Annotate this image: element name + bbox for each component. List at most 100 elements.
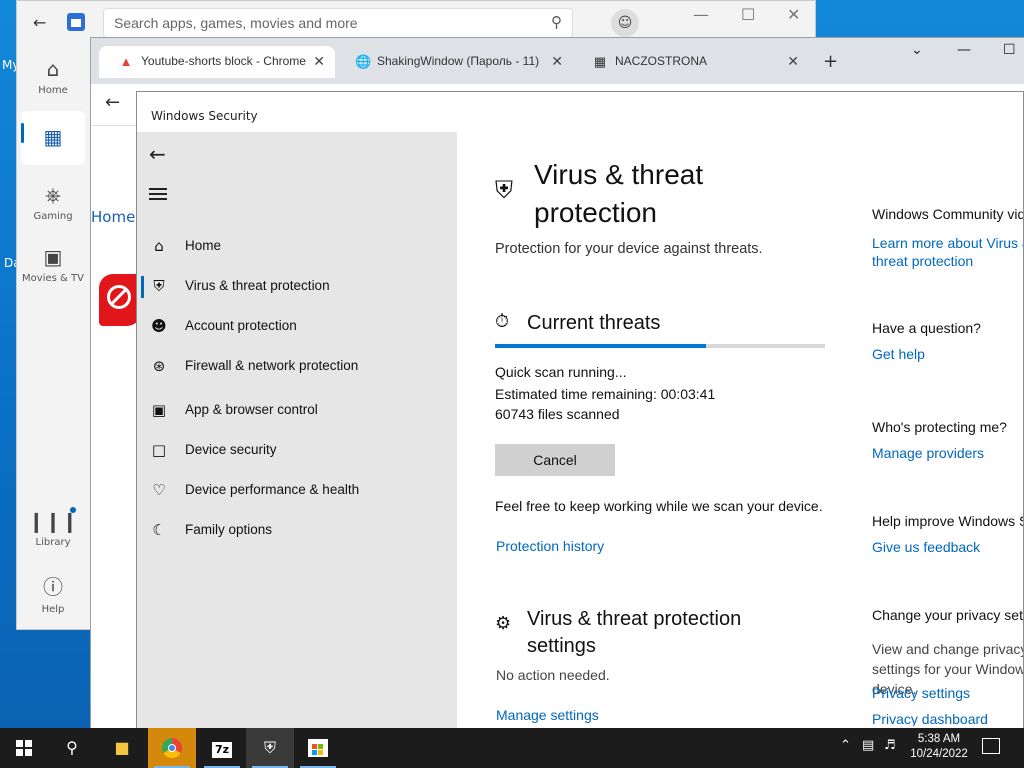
privacy-settings-link[interactable]: Privacy settings xyxy=(872,685,970,701)
back-arrow-icon[interactable]: ← xyxy=(105,92,120,113)
scan-time-remaining: Estimated time remaining: 00:03:41 xyxy=(495,386,716,402)
scan-note-clip: Feel free to keep working while we scan … xyxy=(495,498,825,518)
store-nav-label: Movies & TV xyxy=(22,273,84,284)
protection-history-link[interactable]: Protection history xyxy=(496,538,604,554)
page-home-link[interactable]: Home xyxy=(91,208,135,226)
shield-icon: ⛨ xyxy=(495,176,513,204)
tab-search-icon[interactable]: ⌄ xyxy=(911,42,923,58)
close-tab-icon[interactable]: ✕ xyxy=(551,53,563,70)
network-icon[interactable]: ▤ xyxy=(862,738,874,753)
sidebar-item-app-browser-control[interactable]: ▣ App & browser control xyxy=(137,392,457,428)
globe-icon: 🌐 xyxy=(355,54,372,69)
chrome-tab[interactable]: ▲ Youtube-shorts block - Chrome ✕ xyxy=(99,46,335,78)
chrome-tab-title: NACZOSTRONA xyxy=(615,54,708,68)
chrome-icon[interactable] xyxy=(148,728,196,768)
scan-progress-fill xyxy=(495,344,707,348)
give-feedback-link[interactable]: Give us feedback xyxy=(872,539,980,555)
shield-icon: ⛨ xyxy=(153,277,165,295)
community-link[interactable]: Learn more about Virus & threat protecti… xyxy=(872,234,1023,270)
notifications-icon[interactable] xyxy=(982,738,1000,754)
page-title: Virus & threat protection xyxy=(534,159,704,228)
antenna-icon: ⊛ xyxy=(152,357,166,375)
clapperboard-icon: ▣ xyxy=(43,245,63,269)
privacy-heading: Change your privacy settings xyxy=(872,607,1023,623)
store-nav-label: Help xyxy=(41,604,65,615)
active-indicator xyxy=(21,123,24,143)
scan-files-count: 60743 files scanned xyxy=(495,406,620,422)
sidebar-item-label: Firewall & network protection xyxy=(185,358,359,373)
gamepad-icon: ⎈ xyxy=(45,183,61,207)
page-icon: ▦ xyxy=(593,54,607,69)
chrome-tab[interactable]: 🌐 ShakingWindow (Пароль - 11) ✕ xyxy=(335,46,573,78)
store-nav-movies[interactable]: ▣ Movies & TV xyxy=(21,245,85,284)
search-icon[interactable]: ⚲ xyxy=(48,728,96,768)
blocked-logo xyxy=(99,274,141,326)
family-icon: ☾ xyxy=(152,521,166,539)
privacy-dashboard-link[interactable]: Privacy dashboard xyxy=(872,711,988,726)
get-help-link[interactable]: Get help xyxy=(872,346,925,362)
store-icon[interactable] xyxy=(294,728,342,768)
store-nav-home[interactable]: ⌂ Home xyxy=(21,57,85,96)
maximize-icon[interactable]: ☐ xyxy=(1003,42,1016,58)
settings-gear-icon: ⚙ xyxy=(495,613,512,634)
sidebar-item-account-protection[interactable]: ☻ Account protection xyxy=(137,308,457,344)
sidebar-item-virus-threat-protection[interactable]: ⛨ Virus & threat protection xyxy=(137,268,457,304)
minimize-icon[interactable]: — xyxy=(693,5,709,24)
chrome-tab-title: ShakingWindow (Пароль - 11) xyxy=(377,54,540,68)
back-arrow-icon[interactable]: ← xyxy=(149,142,166,166)
webstore-icon: ▲ xyxy=(119,54,133,69)
file-explorer-icon[interactable]: ■ xyxy=(98,728,146,768)
start-button[interactable] xyxy=(0,728,48,768)
right-panel: Windows Community videos Learn more abou… xyxy=(872,206,1023,726)
sidebar-item-device-performance[interactable]: ♡ Device performance & health xyxy=(137,472,457,508)
search-icon[interactable]: ⚲ xyxy=(551,13,562,31)
sidebar-item-device-security[interactable]: □ Device security xyxy=(137,432,457,468)
question-heading: Have a question? xyxy=(872,320,981,336)
maximize-icon[interactable]: ☐ xyxy=(741,5,755,24)
volume-icon[interactable]: ♬ xyxy=(884,738,896,753)
current-threats-heading: Current threats xyxy=(527,312,661,334)
7zip-icon[interactable]: 7z xyxy=(198,728,246,768)
store-nav-library[interactable]: ❙❙❙ Library xyxy=(21,509,85,548)
windows-security-icon[interactable]: ⛨ xyxy=(246,728,294,768)
cancel-button[interactable]: Cancel xyxy=(495,444,615,476)
sidebar-item-label: Virus & threat protection xyxy=(185,278,330,293)
manage-providers-link[interactable]: Manage providers xyxy=(872,445,984,461)
store-search-placeholder: Search apps, games, movies and more xyxy=(114,15,358,31)
home-icon: ⌂ xyxy=(46,57,60,81)
store-search-input[interactable]: Search apps, games, movies and more ⚲ xyxy=(103,8,573,38)
sidebar-item-label: Device performance & health xyxy=(185,482,360,497)
scan-status: Quick scan running... xyxy=(495,364,627,380)
sidebar-item-label: Home xyxy=(185,238,222,253)
store-nav-label: Home xyxy=(38,85,68,96)
improve-heading: Help improve Windows Security xyxy=(872,513,1023,529)
sidebar-item-label: Account protection xyxy=(185,318,297,333)
back-arrow-icon[interactable]: ← xyxy=(33,13,46,32)
taskbar: ⚲ ■ 7z ⛨ ⌃ ▤ ♬ 5:38 AM 10/24/2022 xyxy=(0,728,1024,768)
new-tab-icon[interactable]: + xyxy=(823,51,838,72)
avatar[interactable]: ☺ xyxy=(611,9,639,37)
manage-settings-link[interactable]: Manage settings xyxy=(496,707,599,723)
security-main: ⛨ Virus & threat protection Protection f… xyxy=(457,132,1023,728)
store-nav-help[interactable]: ⓘ Help xyxy=(21,571,85,615)
clock-time: 5:38 AM xyxy=(917,733,961,745)
heart-icon: ♡ xyxy=(152,481,166,499)
store-nav-apps[interactable]: ▦ xyxy=(21,111,85,165)
community-heading: Windows Community videos xyxy=(872,206,1023,222)
close-icon[interactable]: ✕ xyxy=(787,5,800,24)
sidebar-item-firewall[interactable]: ⊛ Firewall & network protection xyxy=(137,348,457,384)
chevron-up-icon[interactable]: ⌃ xyxy=(840,738,851,753)
sidebar-item-label: App & browser control xyxy=(185,402,318,417)
close-tab-icon[interactable]: ✕ xyxy=(313,53,325,70)
store-nav-gaming[interactable]: ⎈ Gaming xyxy=(21,183,85,222)
close-tab-icon[interactable]: ✕ xyxy=(787,53,799,70)
library-icon: ❙❙❙ xyxy=(27,509,79,533)
chrome-tab[interactable]: ▦ NACZOSTRONA ✕ xyxy=(573,46,809,78)
window-icon: ▣ xyxy=(151,401,167,419)
taskbar-clock[interactable]: 5:38 AM 10/24/2022 xyxy=(902,732,976,762)
sidebar-item-home[interactable]: ⌂ Home xyxy=(137,228,457,264)
hamburger-menu-icon[interactable] xyxy=(149,188,167,200)
sidebar-item-family-options[interactable]: ☾ Family options xyxy=(137,512,457,548)
person-icon: ☻ xyxy=(151,317,167,335)
minimize-icon[interactable]: — xyxy=(957,42,971,58)
